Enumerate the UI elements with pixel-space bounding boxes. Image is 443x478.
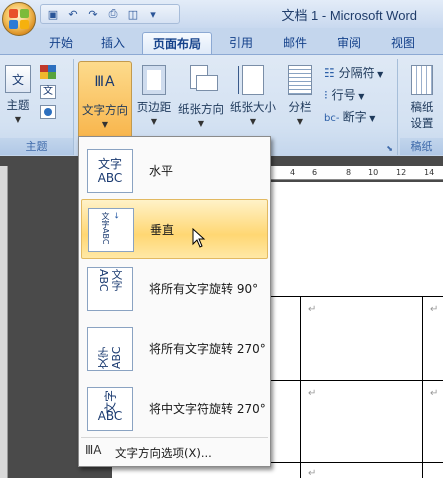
tab-mailings[interactable]: 邮件 <box>278 32 312 54</box>
columns-button[interactable]: 分栏 ▼ <box>280 61 320 137</box>
chevron-down-icon: ▼ <box>355 92 365 101</box>
text-vertical-icon: → <box>112 212 121 219</box>
text-rotate-90-icon: 文字ABC <box>87 267 133 311</box>
orientation-icon <box>186 65 218 97</box>
chevron-down-icon: ▼ <box>197 119 205 128</box>
mouse-cursor-icon <box>192 228 206 248</box>
window-title: 文档 1 - Microsoft Word <box>281 8 417 23</box>
ruler-tick: 12 <box>396 168 407 177</box>
line-numbers-button[interactable]: ⁝ 行号 ▼ <box>324 85 364 105</box>
text-vertical-icon: 文字ABC → <box>88 208 134 252</box>
redo-icon[interactable]: ↷ <box>85 6 101 22</box>
print-icon[interactable]: ⎙ <box>105 6 121 22</box>
chevron-down-icon: ▼ <box>374 70 384 79</box>
theme-fonts-icon[interactable]: 文 <box>40 85 56 99</box>
ruler-tick: 4 <box>290 168 296 177</box>
office-button[interactable] <box>2 2 36 36</box>
text-horizontal-icon: 文字 ABC <box>87 149 133 193</box>
theme-icon: 文 <box>5 65 31 93</box>
menu-item-horizontal[interactable]: 文字 ABC 水平 <box>81 141 268 201</box>
tab-view[interactable]: 视图 <box>386 32 420 54</box>
text-direction-button[interactable]: ⅢA 文字方向 ▼ <box>78 61 132 141</box>
menu-item-rotate-270[interactable]: 文字ABC 将所有文字旋转 270° <box>81 319 268 379</box>
vertical-ruler <box>0 166 8 478</box>
tab-insert[interactable]: 插入 <box>96 32 130 54</box>
paper-size-icon <box>238 65 264 95</box>
text-rotate-270-icon: 文字ABC <box>87 327 133 371</box>
chevron-down-icon: ▼ <box>150 117 158 126</box>
quick-access-toolbar: ▣ ↶ ↷ ⎙ ◫ ▾ <box>40 4 180 24</box>
print-preview-icon[interactable]: ◫ <box>125 6 141 22</box>
tab-review[interactable]: 审阅 <box>332 32 366 54</box>
tab-page-layout[interactable]: 页面布局 <box>142 32 212 54</box>
size-button[interactable]: 纸张大小 ▼ <box>228 61 278 137</box>
menu-item-rotate-90[interactable]: 文字ABC 将所有文字旋转 90° <box>81 259 268 319</box>
manuscript-group: 稿纸 设置 稿纸 <box>400 59 443 155</box>
horizontal-ruler: 4 6 8 10 12 14 <box>268 166 443 180</box>
menu-separator <box>81 437 268 438</box>
menu-item-text-direction-options[interactable]: ⅢA 文字方向选项(X)... <box>81 439 268 465</box>
paragraph-mark: ↵ <box>308 304 317 315</box>
orientation-button[interactable]: 纸张方向 ▼ <box>176 61 226 137</box>
ribbon-tabs: 开始 插入 页面布局 引用 邮件 审阅 视图 <box>0 28 443 54</box>
breaks-button[interactable]: ☷ 分隔符 ▼ <box>324 63 383 83</box>
breaks-icon: ☷ <box>324 66 339 80</box>
theme-effects-icon[interactable] <box>40 105 56 119</box>
hyphenation-button[interactable]: bc- 断字 ▼ <box>324 107 375 127</box>
save-icon[interactable]: ▣ <box>45 6 61 22</box>
chevron-down-icon: ▼ <box>366 114 376 123</box>
paragraph-mark: ↵ <box>430 304 439 315</box>
text-direction-menu: 文字 ABC 水平 文字ABC → 垂直 文字ABC 将所有文字旋转 90° 文字… <box>78 136 271 467</box>
columns-icon <box>288 65 312 95</box>
manuscript-settings-button[interactable]: 稿纸 设置 <box>404 61 440 137</box>
undo-icon[interactable]: ↶ <box>65 6 81 22</box>
dialog-launcher-icon[interactable]: ⬊ <box>386 144 393 153</box>
menu-item-rotate-cjk-270[interactable]: 文字 ABC 将中文字符旋转 270° <box>81 379 268 439</box>
text-direction-options-icon: ⅢA <box>85 443 102 457</box>
tab-references[interactable]: 引用 <box>224 32 258 54</box>
menu-item-vertical[interactable]: 文字ABC → 垂直 <box>81 199 268 259</box>
ruler-tick: 8 <box>346 168 352 177</box>
chevron-down-icon: ▼ <box>101 120 109 129</box>
chevron-down-icon: ▼ <box>249 117 257 126</box>
ruler-tick: 10 <box>368 168 379 177</box>
margins-icon <box>142 65 166 95</box>
margins-button[interactable]: 页边距 ▼ <box>134 61 174 137</box>
theme-group: 文 主题 ▼ 文 主题 <box>0 59 74 155</box>
table-border <box>300 296 301 478</box>
hyphenation-icon: bc- <box>324 113 343 124</box>
chevron-down-icon: ▼ <box>296 117 304 126</box>
customize-qat-icon[interactable]: ▾ <box>145 6 161 22</box>
theme-button[interactable]: 文 主题 ▼ <box>2 61 34 137</box>
manuscript-icon <box>411 65 433 95</box>
office-logo-icon <box>9 9 29 29</box>
paragraph-mark: ↵ <box>308 388 317 399</box>
chevron-down-icon: ▼ <box>14 115 22 124</box>
theme-group-label: 主题 <box>0 138 73 155</box>
line-numbers-icon: ⁝ <box>324 88 332 102</box>
paragraph-mark: ↵ <box>308 468 317 478</box>
manuscript-group-label: 稿纸 <box>400 138 443 155</box>
tab-home[interactable]: 开始 <box>44 32 78 54</box>
theme-colors-icon[interactable] <box>40 65 56 79</box>
table-border <box>422 296 423 478</box>
ruler-tick: 14 <box>424 168 435 177</box>
text-direction-icon: ⅢA <box>94 74 116 90</box>
ruler-tick: 6 <box>312 168 318 177</box>
text-rotate-cjk-270-icon: 文字 ABC <box>87 387 133 431</box>
paragraph-mark: ↵ <box>430 388 439 399</box>
title-bar: ▣ ↶ ↷ ⎙ ◫ ▾ 文档 1 - Microsoft Word <box>0 0 443 28</box>
